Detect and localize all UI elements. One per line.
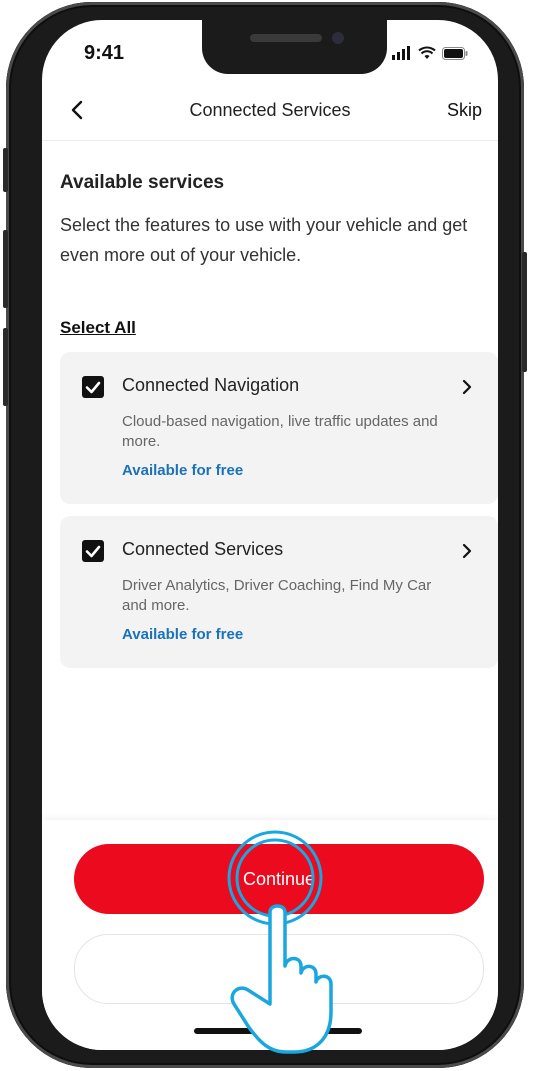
status-time: 9:41 <box>84 42 125 64</box>
front-camera <box>332 32 344 44</box>
service-card-connected-services[interactable]: Connected Services Driver Analytics, Dri… <box>60 516 498 668</box>
mute-switch <box>3 148 8 192</box>
app-header: Connected Services Skip <box>42 80 498 141</box>
service-description: Cloud-based navigation, live traffic upd… <box>122 413 438 450</box>
wifi-icon <box>418 46 436 59</box>
checkmark-icon <box>85 381 101 394</box>
service-name: Connected Services <box>122 539 284 559</box>
battery-icon <box>442 47 468 60</box>
volume-down-button <box>3 328 8 406</box>
service-price: Available for free <box>122 626 244 643</box>
service-description: Driver Analytics, Driver Coaching, Find … <box>122 577 432 614</box>
service-checkbox[interactable] <box>82 540 104 562</box>
notch <box>202 20 387 74</box>
service-name: Connected Navigation <box>122 375 300 395</box>
chevron-right-icon[interactable] <box>460 378 474 396</box>
signal-icon <box>392 46 410 60</box>
service-checkbox[interactable] <box>82 376 104 398</box>
status-icons <box>392 46 468 60</box>
checkmark-icon <box>85 545 101 558</box>
speaker-grille <box>250 34 322 42</box>
skip-button[interactable]: Skip <box>447 100 482 121</box>
service-price: Available for free <box>122 462 244 479</box>
service-card-connected-navigation[interactable]: Connected Navigation Cloud-based navigat… <box>60 352 498 504</box>
hand-pointer-icon <box>230 904 333 1054</box>
tap-gesture-icon <box>227 830 333 1054</box>
section-title: Available services <box>60 172 225 193</box>
main-content: Available services Select the features t… <box>60 172 498 668</box>
select-all-link[interactable]: Select All <box>60 318 136 338</box>
section-description: Select the features to use with your veh… <box>60 215 468 265</box>
chevron-right-icon[interactable] <box>460 542 474 560</box>
page-title: Connected Services <box>189 100 351 120</box>
volume-up-button <box>3 230 8 308</box>
power-button <box>522 252 527 372</box>
